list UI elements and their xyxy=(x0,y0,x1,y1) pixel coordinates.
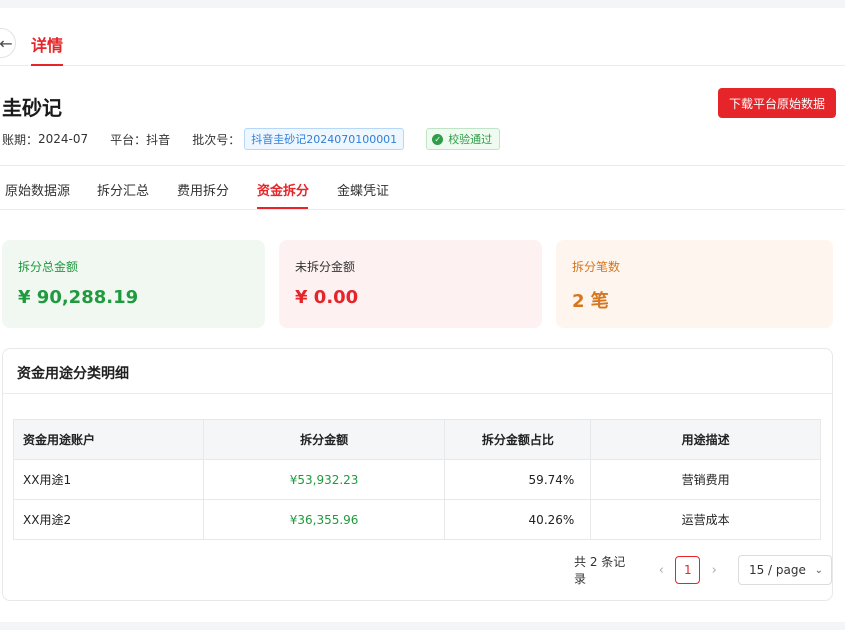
verify-status-badge: ✓ 校验通过 xyxy=(426,128,501,150)
split-count-label: 拆分笔数 xyxy=(572,260,621,274)
page-size-select[interactable]: 15 / page ⌄ xyxy=(737,555,832,585)
panel-title: 资金用途分类明细 xyxy=(17,366,129,382)
cell-ratio: 40.26% xyxy=(444,499,592,540)
check-circle-icon: ✓ xyxy=(432,133,444,145)
record-meta: 账期： 2024-07 平台： 抖音 批次号： 抖音圭砂记20240701000… xyxy=(2,128,501,150)
period-label: 账期： xyxy=(2,132,39,147)
pagination: 共 2 条记录 ‹ 1 › 15 / page ⌄ xyxy=(574,555,832,586)
table-row: XX用途2 ¥36,355.96 40.26% 运营成本 xyxy=(13,499,821,540)
tab-split-summary[interactable]: 拆分汇总 xyxy=(97,180,149,199)
fund-usage-table: 资金用途账户 拆分金额 拆分金额占比 用途描述 XX用途1 ¥53,932.23… xyxy=(13,419,821,540)
detail-tabs: 原始数据源 拆分汇总 费用拆分 资金拆分 金蝶凭证 xyxy=(0,166,845,210)
platform-info: 平台： 抖音 xyxy=(110,131,170,148)
page-number-current[interactable]: 1 xyxy=(675,556,701,584)
column-header-amount: 拆分金额 xyxy=(203,419,446,460)
cell-amount: ¥53,932.23 xyxy=(203,459,446,500)
detail-page: ← 详情 圭砂记 下载平台原始数据 账期： 2024-07 平台： 抖音 批次号… xyxy=(0,8,845,622)
total-split-value: ¥ 90,288.19 xyxy=(18,287,139,308)
back-button[interactable]: ← xyxy=(0,28,16,58)
split-count-card: 拆分笔数 2 笔 xyxy=(556,240,833,328)
unsplit-card: 未拆分金额 ¥ 0.00 xyxy=(279,240,542,328)
tab-fund-split[interactable]: 资金拆分 xyxy=(257,180,309,199)
unsplit-value: ¥ 0.00 xyxy=(295,287,359,308)
next-page-icon[interactable]: › xyxy=(704,563,723,578)
column-header-ratio: 拆分金额占比 xyxy=(444,419,592,460)
period-info: 账期： 2024-07 xyxy=(2,131,88,148)
column-header-description: 用途描述 xyxy=(590,419,821,460)
cell-description: 运营成本 xyxy=(590,499,821,540)
batch-label: 批次号： xyxy=(192,132,241,147)
split-count-value: 2 笔 xyxy=(572,291,609,312)
tab-detail[interactable]: 详情 xyxy=(31,32,63,56)
column-header-account: 资金用途账户 xyxy=(13,419,204,460)
batch-info: 批次号： 抖音圭砂记2024070100001 xyxy=(192,128,405,150)
platform-label: 平台： xyxy=(110,132,147,147)
fund-usage-panel: 资金用途分类明细 资金用途账户 拆分金额 拆分金额占比 用途描述 XX用途1 ¥… xyxy=(2,348,833,601)
page-size-value: 15 / page xyxy=(748,563,806,577)
cell-account: XX用途1 xyxy=(13,459,204,500)
page-title: 圭砂记 xyxy=(2,96,62,120)
cell-ratio: 59.74% xyxy=(444,459,592,500)
cell-description: 营销费用 xyxy=(590,459,821,500)
tab-expense-split[interactable]: 费用拆分 xyxy=(177,180,229,199)
platform-value: 抖音 xyxy=(146,132,171,147)
unsplit-label: 未拆分金额 xyxy=(295,260,356,274)
back-arrow-icon: ← xyxy=(0,33,13,53)
prev-page-icon[interactable]: ‹ xyxy=(652,563,671,578)
period-value: 2024-07 xyxy=(38,132,89,146)
total-split-label: 拆分总金额 xyxy=(18,260,79,274)
top-bar: ← 详情 xyxy=(0,8,845,66)
active-tab-indicator xyxy=(257,207,308,209)
tab-detail-indicator xyxy=(31,64,63,66)
tab-raw-data[interactable]: 原始数据源 xyxy=(5,180,70,199)
cell-account: XX用途2 xyxy=(13,499,204,540)
tab-kingdee-voucher[interactable]: 金蝶凭证 xyxy=(337,180,389,199)
total-split-card: 拆分总金额 ¥ 90,288.19 xyxy=(2,240,265,328)
chevron-down-icon: ⌄ xyxy=(814,564,823,576)
verify-status-label: 校验通过 xyxy=(448,133,493,146)
table-header-row: 资金用途账户 拆分金额 拆分金额占比 用途描述 xyxy=(13,419,821,460)
batch-number-tag: 抖音圭砂记2024070100001 xyxy=(244,128,405,150)
table-row: XX用途1 ¥53,932.23 59.74% 营销费用 xyxy=(13,459,821,500)
total-records-text: 共 2 条记录 xyxy=(574,555,626,586)
cell-amount: ¥36,355.96 xyxy=(203,499,446,540)
download-raw-data-button[interactable]: 下载平台原始数据 xyxy=(718,88,836,118)
panel-divider xyxy=(3,393,832,394)
